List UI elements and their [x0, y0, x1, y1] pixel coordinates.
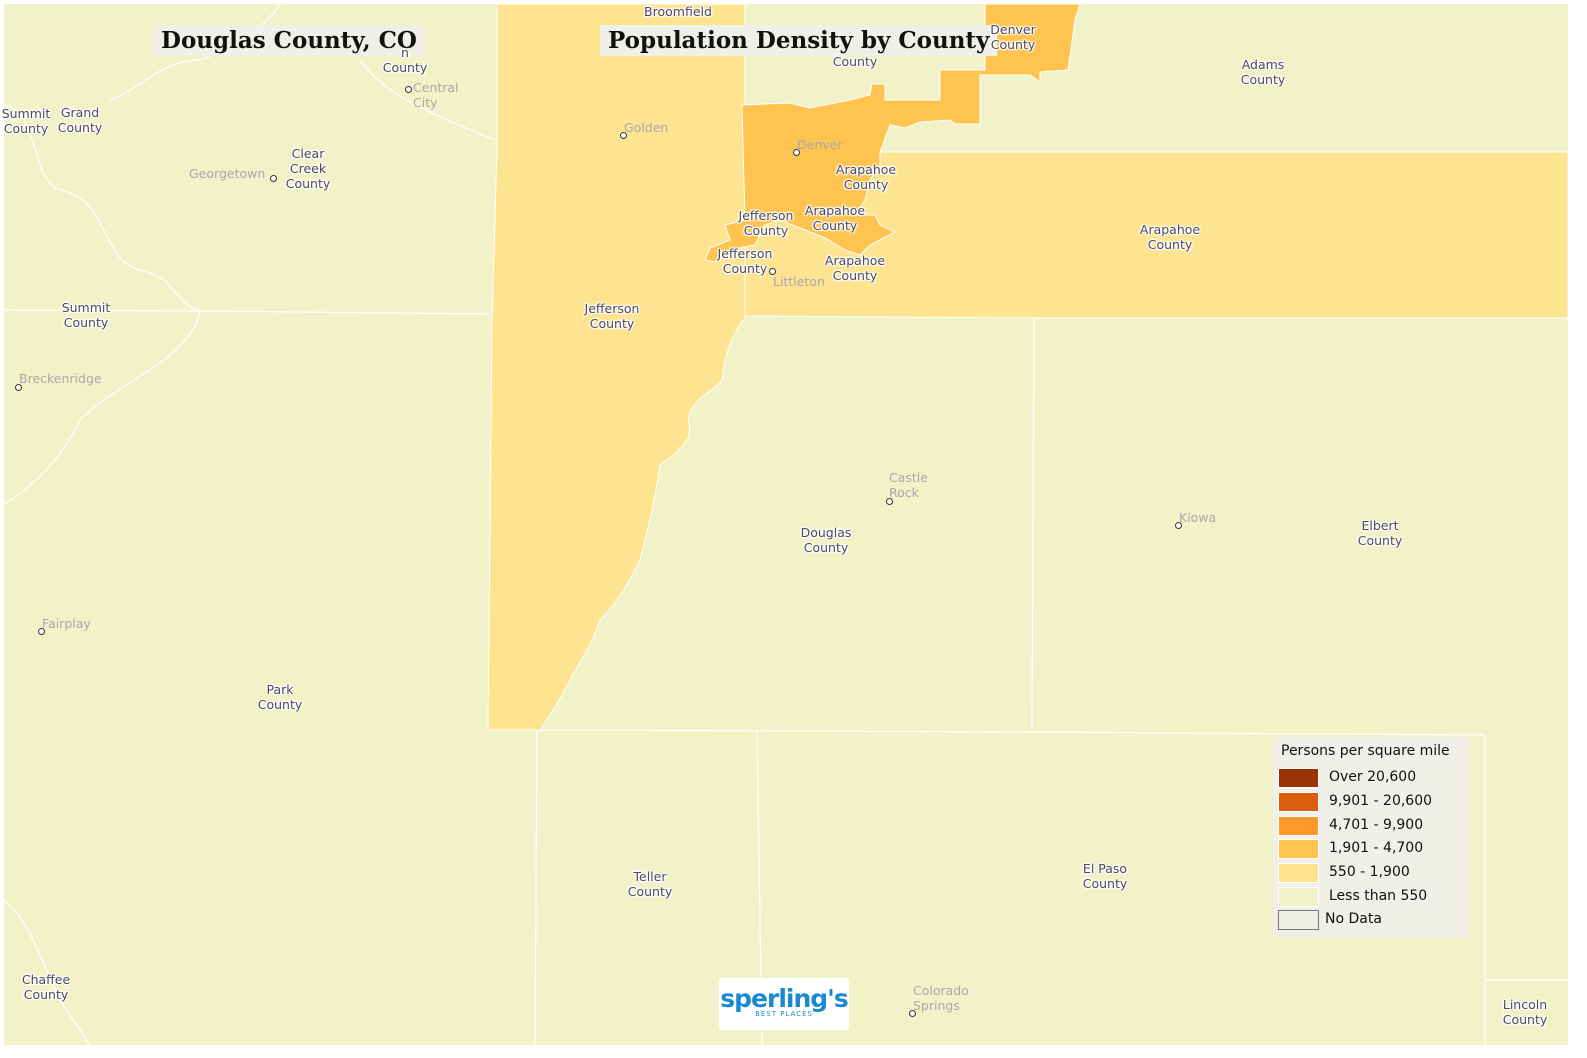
- county-label: Clear Creek County: [285, 146, 331, 191]
- city-label: Castle Rock: [889, 470, 928, 500]
- legend-swatch: [1278, 768, 1319, 788]
- county-label: Jefferson County: [717, 246, 773, 276]
- city-label: Golden: [624, 120, 669, 135]
- city-label: Georgetown: [189, 166, 266, 181]
- legend-label: 4,701 - 9,900: [1329, 817, 1424, 833]
- legend-label: No Data: [1325, 911, 1382, 927]
- county-label: Chaffee County: [21, 972, 71, 1002]
- county-label: Jefferson County: [584, 301, 640, 331]
- legend: Persons per square mile Over 20,600 9,90…: [1273, 737, 1469, 937]
- map-title-density: Population Density by County: [600, 25, 998, 56]
- county-label: Arapahoe County: [835, 162, 897, 192]
- city-label: Kiowa: [1179, 510, 1217, 525]
- county-label: Teller County: [627, 869, 673, 899]
- legend-swatch: [1278, 887, 1319, 907]
- legend-title: Persons per square mile: [1281, 743, 1450, 759]
- sperlings-logo[interactable]: sperling's BEST PLACES: [719, 978, 849, 1030]
- legend-swatch: [1278, 910, 1319, 930]
- county-label: Jefferson County: [738, 208, 794, 238]
- county-label: Arapahoe County: [804, 203, 866, 233]
- legend-label: 1,901 - 4,700: [1329, 840, 1424, 856]
- county-label: Lincoln County: [1502, 997, 1548, 1027]
- county-label: Adams County: [1240, 57, 1286, 87]
- legend-swatch: [1278, 816, 1319, 836]
- county-label: Grand County: [57, 105, 103, 135]
- county-label: n County: [382, 45, 428, 75]
- county-label: Elbert County: [1357, 518, 1403, 548]
- population-density-map[interactable]: Douglas County, CO Population Density by…: [0, 0, 1587, 1058]
- city-label: Central City: [413, 80, 459, 110]
- city-marker: [405, 86, 412, 93]
- county-label: Arapahoe County: [824, 253, 886, 283]
- legend-label: 550 - 1,900: [1329, 864, 1410, 880]
- county-label: Summit County: [61, 300, 111, 330]
- legend-swatch: [1278, 863, 1319, 883]
- county-label: El Paso County: [1082, 861, 1128, 891]
- county-label: Summit County: [1, 106, 51, 136]
- city-label: Fairplay: [42, 616, 91, 631]
- county-label: Denver County: [990, 22, 1036, 52]
- city-label: Littleton: [773, 274, 825, 289]
- legend-swatch: [1278, 839, 1319, 859]
- city-label: Colorado Springs: [913, 983, 969, 1013]
- legend-label: Over 20,600: [1329, 769, 1417, 785]
- county-label: Broomfield: [644, 4, 712, 19]
- legend-label: Less than 550: [1329, 888, 1428, 904]
- county-label: Douglas County: [800, 525, 852, 555]
- city-marker: [270, 175, 277, 182]
- city-label: Breckenridge: [19, 371, 102, 386]
- legend-label: 9,901 - 20,600: [1329, 793, 1433, 809]
- county-label: Park County: [257, 682, 303, 712]
- legend-swatch: [1278, 792, 1319, 812]
- county-label: Arapahoe County: [1139, 222, 1201, 252]
- city-label: Denver: [797, 137, 843, 152]
- county-label: County: [832, 54, 878, 69]
